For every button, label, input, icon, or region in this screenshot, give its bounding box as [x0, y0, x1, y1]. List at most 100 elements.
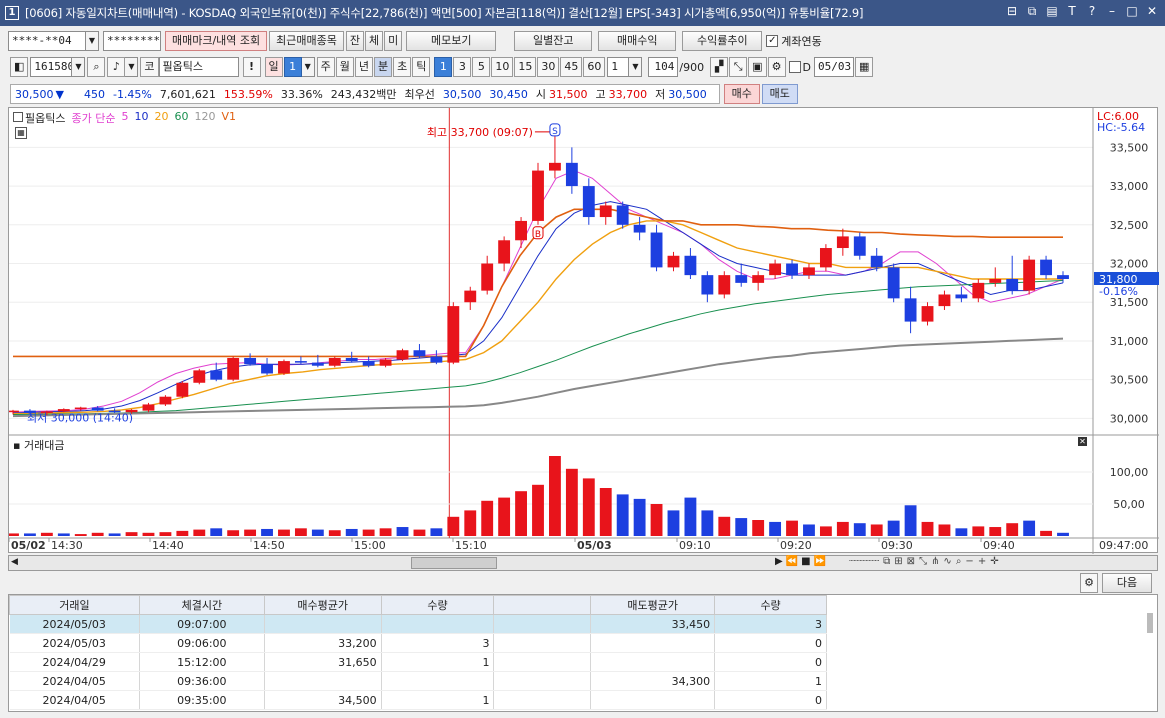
price-chart-svg[interactable]: 33,500 33,000 32,500 32,000 31,500 31,000 30,5…	[9, 108, 1159, 554]
search-icon[interactable]: ⌕	[87, 57, 106, 77]
password-input[interactable]: ********	[103, 31, 161, 51]
calendar-icon[interactable]: ▦	[855, 57, 874, 77]
price-tick-label: 32,500	[1110, 219, 1149, 232]
volume-bar	[989, 527, 1002, 536]
volume-close-icon[interactable]: ✕	[1078, 437, 1087, 446]
settings-icon[interactable]: ⚙	[767, 57, 786, 77]
interval-1[interactable]: 1	[434, 57, 453, 77]
table-cell: 3	[714, 614, 827, 634]
period-second[interactable]: 초	[393, 57, 412, 77]
draw-tool-icon[interactable]: ⤡	[729, 57, 748, 77]
account-input[interactable]: ****-**04	[8, 31, 86, 51]
trade-profit-button[interactable]: 매매수익	[598, 31, 677, 51]
period-day[interactable]: 일	[264, 57, 283, 77]
candle-body	[870, 255, 883, 268]
balance-button[interactable]: 잔	[345, 31, 365, 51]
rewind-icon[interactable]: ⏪	[786, 556, 798, 567]
zoom-in-icon[interactable]: +	[978, 556, 986, 567]
minimize-icon[interactable]: –	[1105, 4, 1119, 19]
indicator-icon[interactable]: ▞	[710, 57, 729, 77]
volume-bar	[803, 524, 815, 536]
interval-5[interactable]: 5	[472, 57, 491, 77]
interval-45[interactable]: 45	[560, 57, 583, 77]
stock-code-dropdown-icon[interactable]: ▼	[72, 57, 86, 77]
tool-c-icon[interactable]: ⊠	[907, 556, 915, 567]
table-row[interactable]: 2024/04/05 09:35:00 34,500 1 0	[9, 690, 827, 710]
stock-list-icon[interactable]: ◧	[10, 57, 29, 77]
sell-button[interactable]: 매도	[761, 84, 798, 104]
date-input[interactable]: 05/03	[814, 57, 854, 77]
interval-dropdown-icon[interactable]: ▼	[629, 57, 643, 77]
tool-d-icon[interactable]: ⤡	[919, 556, 927, 567]
volume-bar	[599, 488, 612, 536]
table-row[interactable]: 2024/04/05 09:36:00 34,300 1	[9, 671, 827, 691]
time-axis-label: 14:30	[51, 539, 83, 552]
d-checkbox[interactable]	[788, 61, 801, 73]
maximize-icon[interactable]: □	[1125, 4, 1139, 19]
interval-input[interactable]: 1	[607, 57, 630, 77]
stop-icon[interactable]: ■	[801, 556, 810, 567]
crosshair-icon[interactable]: ✛	[990, 556, 998, 567]
link-icon[interactable]: ⊟	[1005, 4, 1019, 19]
trade-marks-button[interactable]: 매매마크/내역 조회	[165, 31, 268, 51]
chart-scrollbar[interactable]: ◀ ▶ ⏪ ■ ⏩ ┈┈┈┈┈ ⧉ ⊞ ⊠ ⤡ ⋔ ∿ ⌕ − + ✛	[8, 555, 1158, 571]
magnifier-icon[interactable]: ⌕	[956, 556, 962, 567]
grid-toggle-icon[interactable]: ▦	[15, 127, 27, 139]
daily-balance-button[interactable]: 일별잔고	[514, 31, 593, 51]
interval-10[interactable]: 10	[491, 57, 514, 77]
candle-body	[74, 407, 87, 410]
close-icon[interactable]: ✕	[1145, 4, 1159, 19]
period-week[interactable]: 주	[316, 57, 335, 77]
period-minute[interactable]: 분	[374, 57, 393, 77]
table-cell: 09:35:00	[139, 690, 265, 710]
sound-dropdown-icon[interactable]: ▼	[125, 57, 139, 77]
zoom-out-icon[interactable]: −	[965, 556, 973, 567]
save-icon[interactable]: ▣	[748, 57, 767, 77]
table-row[interactable]: 2024/04/29 15:12:00 31,650 1 0	[9, 652, 827, 672]
alert-icon[interactable]: !	[242, 57, 261, 77]
memo-button[interactable]: 메모보기	[406, 31, 497, 51]
tool-f-icon[interactable]: ∿	[943, 556, 951, 567]
play-icon[interactable]: ▶	[775, 556, 783, 567]
buy-button[interactable]: 매수	[723, 84, 760, 104]
chart-panel[interactable]: 33,500 33,000 32,500 32,000 31,500 31,000 30,5…	[8, 107, 1159, 554]
return-trend-button[interactable]: 수익률추이	[682, 31, 763, 51]
candle-body	[633, 224, 646, 233]
period-month[interactable]: 월	[335, 57, 354, 77]
table-row[interactable]: 2024/05/03 09:07:00 33,450 3	[9, 614, 827, 634]
executed-button[interactable]: 체	[365, 31, 384, 51]
interval-30[interactable]: 30	[537, 57, 560, 77]
legend-box-icon	[13, 112, 23, 122]
recent-trades-button[interactable]: 최근매매종목	[269, 31, 344, 51]
tool-a-icon[interactable]: ⧉	[883, 556, 890, 567]
account-link-checkbox[interactable]: ✓	[766, 35, 779, 47]
bar-count-input[interactable]: 104	[648, 57, 679, 77]
scroll-thumb[interactable]	[411, 557, 497, 569]
stock-code-input[interactable]: 161580	[30, 57, 73, 77]
grid-settings-icon[interactable]: ⚙	[1080, 573, 1098, 593]
period-num[interactable]: 1	[283, 57, 302, 77]
period-year[interactable]: 년	[354, 57, 374, 77]
scroll-left-icon[interactable]: ◀	[11, 557, 18, 567]
period-tick[interactable]: 틱	[412, 57, 431, 77]
grid-scroll-thumb[interactable]	[1147, 613, 1153, 633]
tool-e-icon[interactable]: ⋔	[931, 556, 939, 567]
next-button[interactable]: 다음	[1102, 573, 1152, 593]
account-dropdown-icon[interactable]: ▼	[86, 31, 99, 51]
tool-b-icon[interactable]: ⊞	[894, 556, 902, 567]
open-price: 31,500	[549, 87, 588, 101]
interval-60[interactable]: 60	[583, 57, 606, 77]
font-icon[interactable]: T	[1065, 4, 1079, 19]
forward-icon[interactable]: ⏩	[814, 556, 826, 567]
help-icon[interactable]: ?	[1085, 4, 1099, 19]
interval-3[interactable]: 3	[453, 57, 472, 77]
unexecuted-button[interactable]: 미	[384, 31, 403, 51]
layout-icon[interactable]: ▤	[1045, 4, 1059, 19]
copy-icon[interactable]: ⧉	[1025, 4, 1039, 19]
period-num-dropdown-icon[interactable]: ▼	[301, 57, 315, 77]
table-row[interactable]: 2024/05/03 09:06:00 33,200 3 0	[9, 633, 827, 653]
sound-icon[interactable]: ♪	[107, 57, 126, 77]
interval-15[interactable]: 15	[514, 57, 537, 77]
candle-body	[91, 407, 104, 411]
zoom-slider-icon[interactable]: ┈┈┈┈┈	[849, 556, 879, 567]
